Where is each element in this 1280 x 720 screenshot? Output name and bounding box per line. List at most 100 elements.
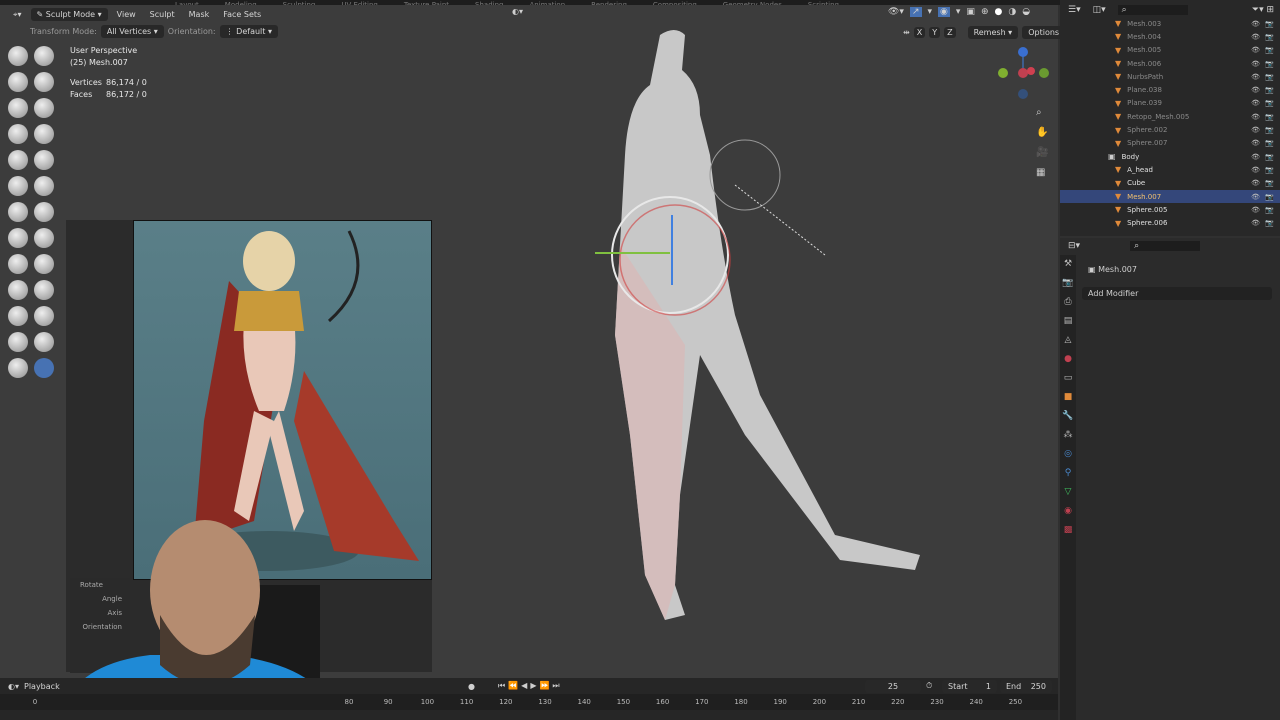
visibility-eye-icon[interactable]: 👁: [1251, 206, 1260, 214]
zoom-icon[interactable]: ⌕: [1036, 103, 1048, 123]
visibility-eye-icon[interactable]: 👁: [1251, 46, 1260, 54]
menu-mask[interactable]: Mask: [184, 8, 215, 21]
orientation-select[interactable]: ⋮ Default ▾: [219, 25, 278, 38]
outliner-item[interactable]: ▼ Cube 👁 📷: [1060, 177, 1280, 190]
timeline-editor-icon[interactable]: ◐▾: [8, 682, 19, 691]
sculpt-brush-tool-icon[interactable]: [34, 228, 54, 248]
ortho-grid-icon[interactable]: ▦: [1036, 163, 1048, 183]
xray-icon[interactable]: ▣: [966, 7, 975, 17]
sculpt-brush-tool-icon[interactable]: [8, 98, 28, 118]
render-camera-icon[interactable]: 📷: [1265, 33, 1274, 41]
properties-editor-icon[interactable]: ⊟▾: [1068, 241, 1080, 251]
sculpt-brush-tool-icon[interactable]: [34, 254, 54, 274]
sculpt-brush-tool-icon[interactable]: [8, 150, 28, 170]
display-mode-icon[interactable]: ◫▾: [1093, 5, 1106, 15]
sculpt-brush-tool-icon[interactable]: [8, 176, 28, 196]
outliner-item[interactable]: ▼ A_head 👁 📷: [1060, 163, 1280, 176]
particles-tab-icon[interactable]: ⁂: [1060, 426, 1076, 445]
visibility-eye-icon[interactable]: 👁: [1251, 139, 1260, 147]
modifier-tab-icon[interactable]: 🔧: [1060, 407, 1076, 426]
sculpt-brush-tool-icon[interactable]: [34, 72, 54, 92]
collection-tab-icon[interactable]: ▭: [1060, 369, 1076, 388]
transform-mode-select[interactable]: All Vertices ▾: [100, 25, 164, 38]
navigation-gizmo[interactable]: [995, 42, 1050, 104]
sculpt-brush-tool-icon[interactable]: [34, 124, 54, 144]
visibility-eye-icon[interactable]: 👁: [1251, 126, 1260, 134]
render-camera-icon[interactable]: 📷: [1265, 113, 1274, 121]
sculpt-brush-tool-icon[interactable]: [8, 306, 28, 326]
playback-controls[interactable]: ⏮⏪◀▶⏩⏭: [498, 681, 563, 691]
visibility-eye-icon[interactable]: 👁: [1251, 166, 1260, 174]
render-camera-icon[interactable]: 📷: [1265, 60, 1274, 68]
menu-view[interactable]: View: [112, 8, 141, 21]
sculpt-brush-tool-icon[interactable]: [8, 124, 28, 144]
pivot-icon[interactable]: ◐▾: [512, 7, 523, 16]
output-tab-icon[interactable]: ⎙: [1060, 293, 1076, 312]
editor-type-icon[interactable]: ⌖▾: [8, 8, 27, 22]
material-tab-icon[interactable]: ◉: [1060, 502, 1076, 521]
tool-tab-icon[interactable]: ⚒: [1060, 255, 1076, 274]
data-tab-icon[interactable]: ▽: [1060, 483, 1076, 502]
visibility-eye-icon[interactable]: 👁: [1251, 20, 1260, 28]
shading-solid-icon[interactable]: ●: [994, 7, 1002, 17]
visibility-eye-icon[interactable]: 👁: [1251, 99, 1260, 107]
outliner-item[interactable]: ▼ NurbsPath 👁 📷: [1060, 70, 1280, 83]
sculpt-brush-tool-icon[interactable]: [8, 72, 28, 92]
sculpt-brush-tool-icon[interactable]: [34, 332, 54, 352]
pan-hand-icon[interactable]: ✋: [1036, 123, 1048, 143]
outliner-item[interactable]: ▼ Sphere.007 👁 📷: [1060, 137, 1280, 150]
outliner-item[interactable]: ▼ Retopo_Mesh.005 👁 📷: [1060, 110, 1280, 123]
outliner-item[interactable]: ▼ Mesh.007 👁 📷: [1060, 189, 1280, 204]
outliner-editor-icon[interactable]: ☰▾: [1068, 5, 1081, 15]
shading-material-icon[interactable]: ◑: [1008, 7, 1016, 17]
sculpt-brush-tool-icon[interactable]: [8, 228, 28, 248]
sculpt-brush-tool-icon[interactable]: [8, 46, 28, 66]
render-camera-icon[interactable]: 📷: [1265, 219, 1274, 227]
outliner-item[interactable]: ▼ Mesh.005 👁 📷: [1060, 44, 1280, 57]
render-camera-icon[interactable]: 📷: [1265, 73, 1274, 81]
outliner-item[interactable]: ▼ Sphere.005 👁 📷: [1060, 203, 1280, 216]
camera-view-icon[interactable]: 🎥: [1036, 143, 1048, 163]
sculpt-model[interactable]: [560, 15, 960, 635]
sculpt-brush-tool-icon[interactable]: [34, 150, 54, 170]
shading-rendered-icon[interactable]: ◒: [1022, 7, 1030, 17]
properties-search-icon[interactable]: ⌕: [1130, 241, 1201, 251]
sculpt-brush-tool-icon[interactable]: [34, 98, 54, 118]
outliner-search-icon[interactable]: ⌕: [1117, 5, 1188, 15]
sculpt-brush-tool-icon[interactable]: [8, 254, 28, 274]
view-layer-tab-icon[interactable]: ▤: [1060, 312, 1076, 331]
sculpt-brush-tool-icon[interactable]: [34, 46, 54, 66]
menu-sculpt[interactable]: Sculpt: [145, 8, 180, 21]
sculpt-brush-tool-icon[interactable]: [34, 202, 54, 222]
texture-tab-icon[interactable]: ▩: [1060, 521, 1076, 540]
filter-icon[interactable]: ⏷▾ ⊞: [1252, 5, 1274, 15]
render-camera-icon[interactable]: 📷: [1265, 206, 1274, 214]
mode-select[interactable]: ✎ Sculpt Mode ▾: [30, 8, 108, 21]
visibility-eye-icon[interactable]: 👁: [1251, 33, 1260, 41]
outliner-item[interactable]: ▼ Sphere.002 👁 📷: [1060, 123, 1280, 136]
menu-face-sets[interactable]: Face Sets: [218, 8, 266, 21]
sculpt-brush-tool-icon[interactable]: [8, 358, 28, 378]
timeline-ruler[interactable]: 0 80 90 100 110 120 130 140 150 160 170 180 190 200 21…: [0, 694, 1058, 710]
render-camera-icon[interactable]: 📷: [1265, 46, 1274, 54]
current-frame-field[interactable]: 25: [865, 679, 921, 693]
visibility-eye-icon[interactable]: 👁: [1251, 113, 1260, 121]
scene-tab-icon[interactable]: ◬: [1060, 331, 1076, 350]
world-tab-icon[interactable]: ●: [1060, 350, 1076, 369]
render-camera-icon[interactable]: 📷: [1265, 179, 1274, 187]
render-camera-icon[interactable]: 📷: [1265, 86, 1274, 94]
render-camera-icon[interactable]: 📷: [1265, 193, 1274, 201]
sculpt-brush-tool-icon[interactable]: [8, 202, 28, 222]
constraints-tab-icon[interactable]: ⚲: [1060, 464, 1076, 483]
render-camera-icon[interactable]: 📷: [1265, 20, 1274, 28]
shading-wireframe-icon[interactable]: ⊕: [981, 7, 989, 17]
visibility-eye-icon[interactable]: 👁: [1251, 153, 1260, 161]
sculpt-brush-tool-icon[interactable]: [34, 306, 54, 326]
outliner-item[interactable]: ▼ Plane.038 👁 📷: [1060, 83, 1280, 96]
sculpt-brush-tool-icon[interactable]: [34, 176, 54, 196]
render-tab-icon[interactable]: 📷: [1060, 274, 1076, 293]
physics-tab-icon[interactable]: ◎: [1060, 445, 1076, 464]
outliner[interactable]: ☰▾ ◫▾ ⌕ ⏷▾ ⊞ ▼ Mesh.003 👁 📷 ▼ Mesh.004 👁 📷 ▼ Mesh…: [1060, 0, 1280, 236]
render-camera-icon[interactable]: 📷: [1265, 153, 1274, 161]
end-frame-field[interactable]: End 250: [1000, 679, 1052, 693]
